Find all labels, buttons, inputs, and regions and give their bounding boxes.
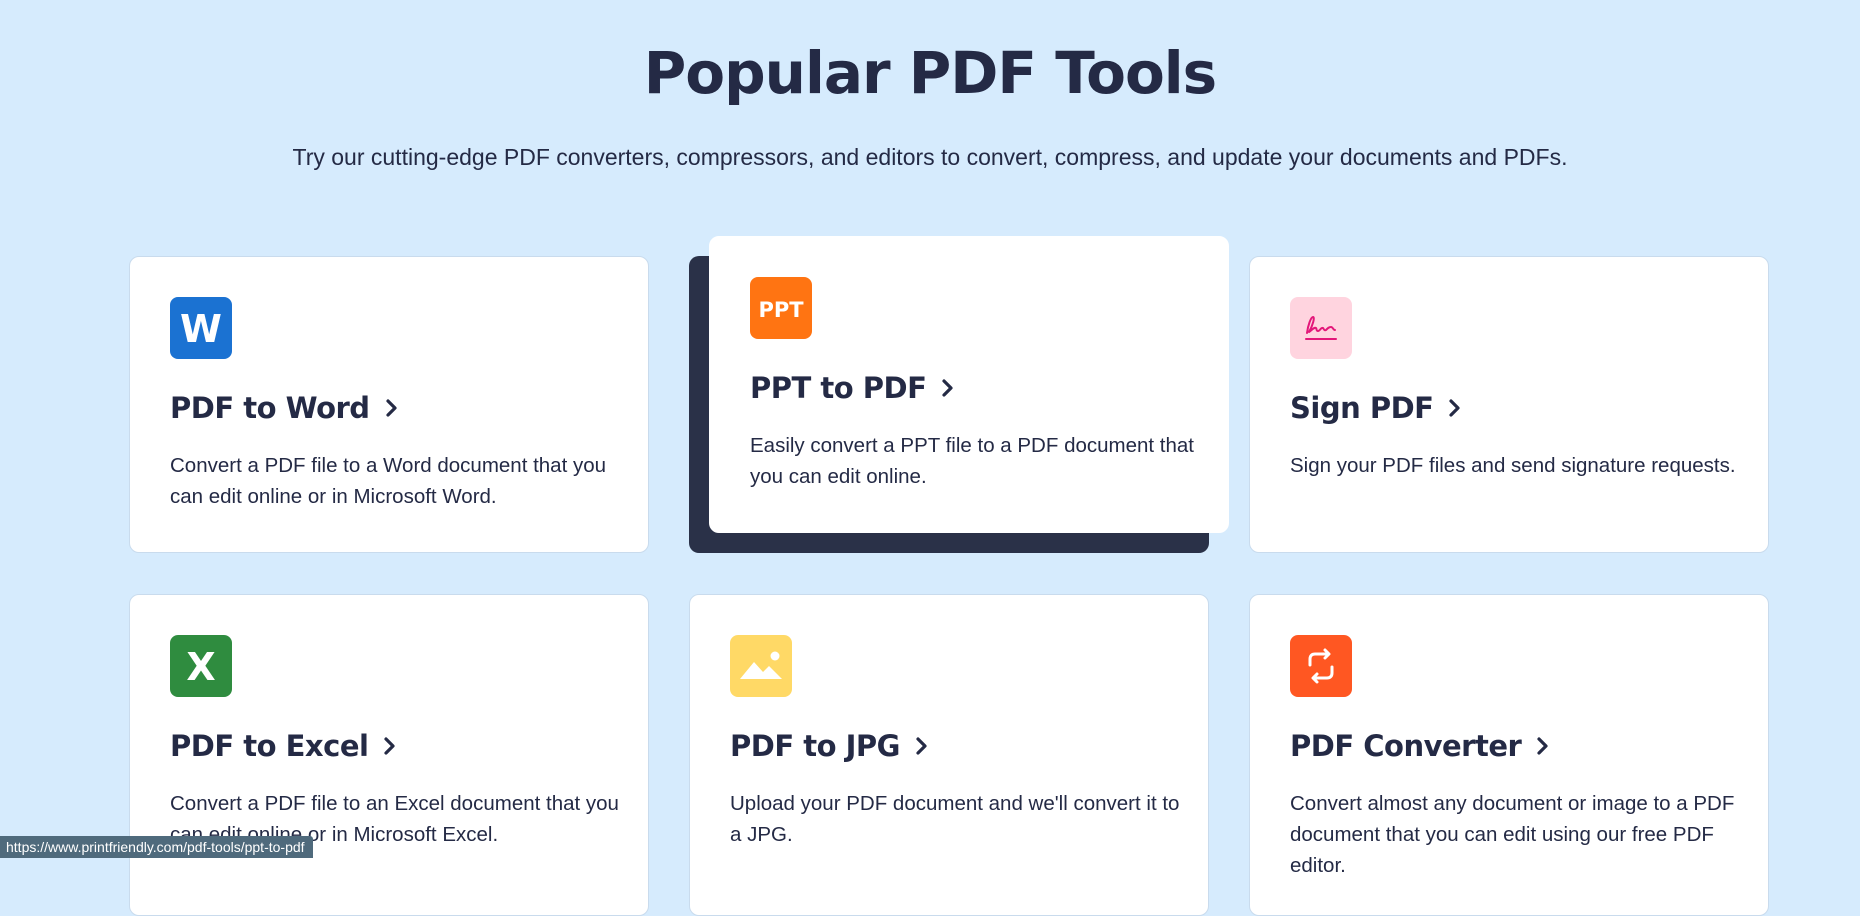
tool-name[interactable]: PDF Converter xyxy=(1290,728,1522,764)
image-icon xyxy=(730,635,792,697)
signature-icon xyxy=(1290,297,1352,359)
tool-card-body[interactable]: PDF Converter Convert almost any documen… xyxy=(1249,594,1769,916)
tool-link-ppt-to-pdf[interactable]: PPT to PDF xyxy=(750,370,958,406)
ppt-icon: PPT xyxy=(750,277,812,339)
link-status-bar: https://www.printfriendly.com/pdf-tools/… xyxy=(0,836,313,858)
tool-card-pdf-to-word[interactable]: W PDF to Word Convert a PDF file to a Wo… xyxy=(129,256,649,553)
chevron-right-icon xyxy=(1449,399,1461,417)
tool-card-pdf-to-jpg[interactable]: PDF to JPG Upload your PDF document and … xyxy=(689,594,1209,916)
convert-icon xyxy=(1290,635,1352,697)
excel-icon: X xyxy=(170,635,232,697)
chevron-right-icon xyxy=(1537,737,1548,755)
tool-name[interactable]: Sign PDF xyxy=(1290,390,1434,426)
svg-text:PPT: PPT xyxy=(758,298,804,322)
page-title: Popular PDF Tools xyxy=(643,39,1217,107)
tool-card-ppt-to-pdf[interactable]: PPT PPT to PDF Easily convert a PPT file… xyxy=(689,236,1229,553)
tool-card-body[interactable]: PDF to JPG Upload your PDF document and … xyxy=(689,594,1209,916)
chevron-right-icon xyxy=(385,399,397,417)
tool-description: Sign your PDF files and send signature r… xyxy=(1290,454,1736,477)
tool-link-pdf-to-excel[interactable]: PDF to Excel xyxy=(170,728,400,764)
tool-card-body[interactable]: W PDF to Word Convert a PDF file to a Wo… xyxy=(129,256,649,553)
tool-description: Easily convert a PPT file to a PDF docum… xyxy=(750,434,1194,488)
tool-description: Convert almost any document or image to … xyxy=(1290,792,1735,877)
chevron-right-icon xyxy=(384,737,396,755)
tool-description: Convert a PDF file to a Word document th… xyxy=(170,454,607,508)
tool-name[interactable]: PPT to PDF xyxy=(750,370,927,406)
tool-card-body[interactable]: PPT PPT to PDF Easily convert a PPT file… xyxy=(709,236,1229,533)
tool-link-pdf-to-word[interactable]: PDF to Word xyxy=(170,390,402,426)
word-icon: W xyxy=(170,297,232,359)
tool-card-body[interactable]: Sign PDF Sign your PDF files and send si… xyxy=(1249,256,1769,553)
tool-card-pdf-converter[interactable]: PDF Converter Convert almost any documen… xyxy=(1249,594,1769,916)
tool-card-sign-pdf[interactable]: Sign PDF Sign your PDF files and send si… xyxy=(1249,256,1769,553)
tool-link-pdf-to-jpg[interactable]: PDF to JPG xyxy=(730,728,932,764)
page-subtitle: Try our cutting-edge PDF converters, com… xyxy=(292,144,1568,170)
svg-text:W: W xyxy=(180,307,222,351)
tool-description: Upload your PDF document and we'll conve… xyxy=(730,792,1180,846)
svg-text:X: X xyxy=(186,645,215,689)
tool-link-sign-pdf[interactable]: Sign PDF xyxy=(1290,390,1465,426)
tool-name[interactable]: PDF to Word xyxy=(170,390,370,426)
chevron-right-icon xyxy=(942,379,954,397)
tool-name[interactable]: PDF to Excel xyxy=(170,728,369,764)
tool-link-pdf-converter[interactable]: PDF Converter xyxy=(1290,728,1553,764)
tool-card-body[interactable]: X PDF to Excel Convert a PDF file to an … xyxy=(129,594,649,916)
chevron-right-icon xyxy=(916,737,927,755)
tool-name[interactable]: PDF to JPG xyxy=(730,728,900,764)
